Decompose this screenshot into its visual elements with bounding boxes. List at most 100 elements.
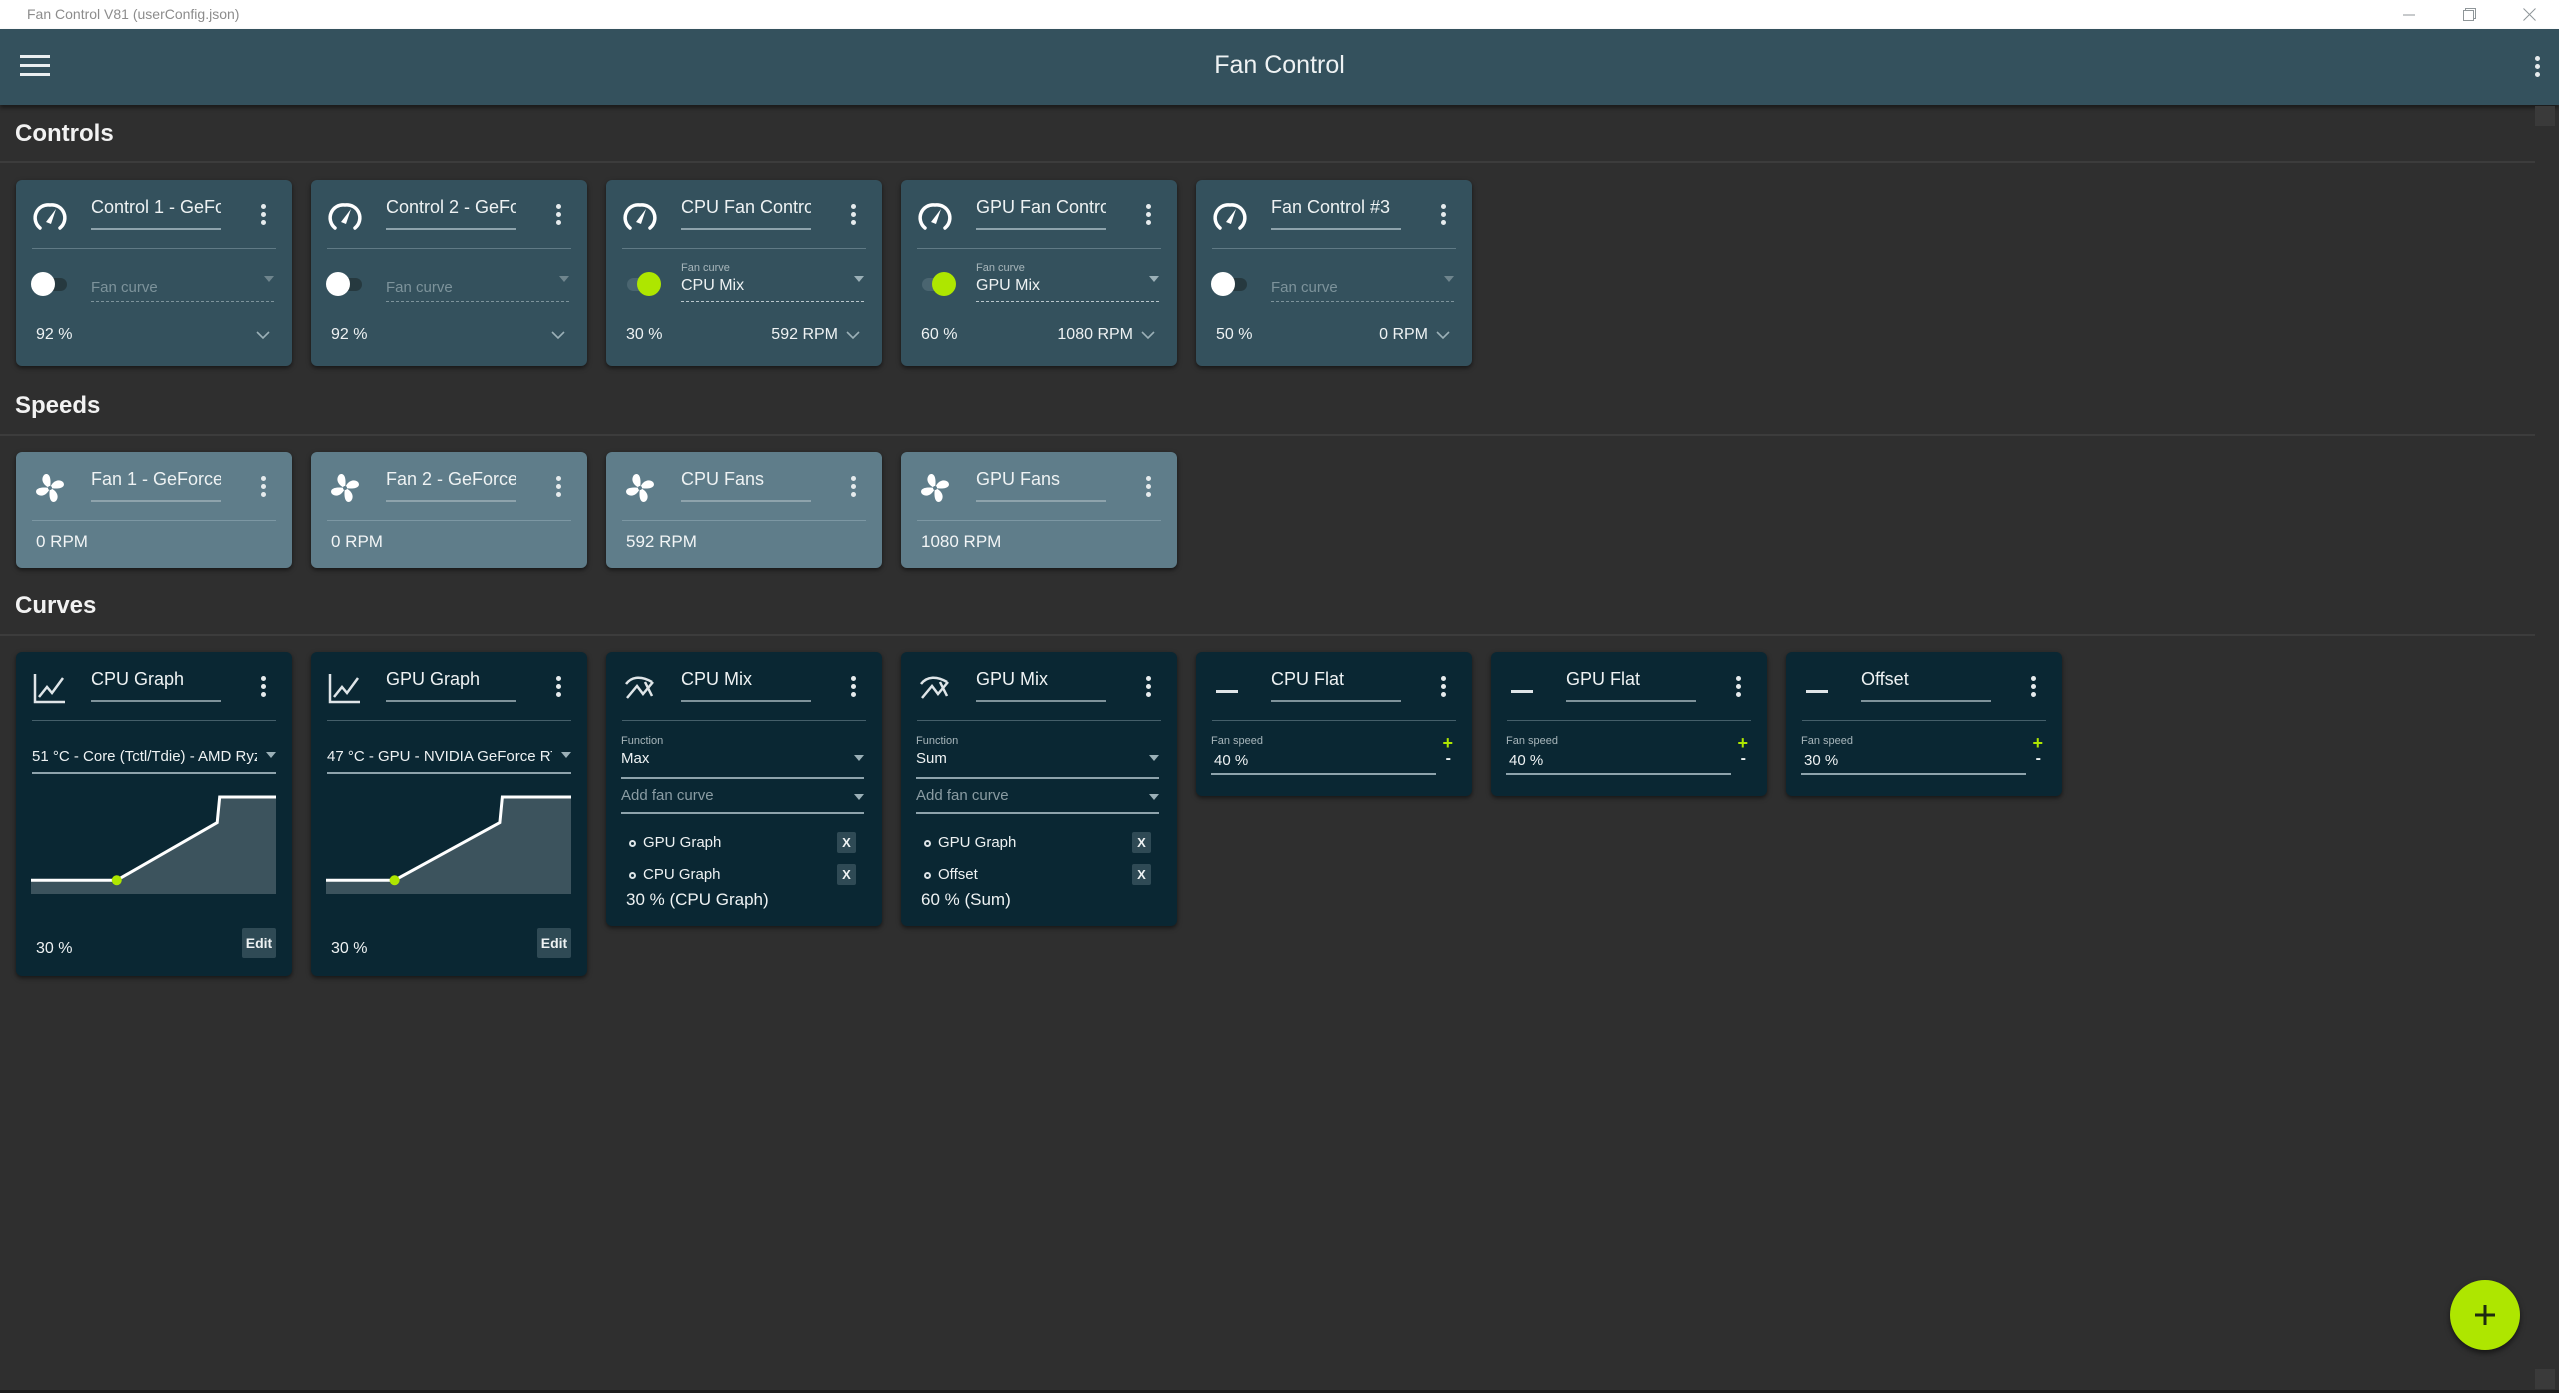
app-bar: Fan Control <box>0 29 2559 105</box>
curve-name-field[interactable]: CPU Mix <box>681 669 811 702</box>
fan-speed-input[interactable]: 40 % <box>1506 749 1731 775</box>
control-enable-toggle[interactable] <box>916 272 956 296</box>
mix-curve-item: GPU Graph X <box>626 832 856 858</box>
section-title-speeds: Speeds <box>15 392 101 419</box>
control-enable-toggle[interactable] <box>1211 272 1251 296</box>
fan-curve-placeholder: Fan curve <box>1271 279 1338 296</box>
curve-menu-kebab-icon[interactable] <box>256 676 270 697</box>
curve-graph[interactable] <box>326 794 571 898</box>
speed-name-field[interactable]: GPU Fans <box>976 469 1106 502</box>
decrement-button[interactable]: - <box>1446 750 1451 768</box>
flat-line-icon <box>1507 670 1543 706</box>
section-divider <box>0 634 2535 636</box>
speed-name-field[interactable]: Fan 2 - GeForce RTX <box>386 469 516 502</box>
fan-speed-field: Fan speed 30 % + - <box>1801 733 2047 777</box>
curve-menu-kebab-icon[interactable] <box>846 676 860 697</box>
control-rpm: 592 RPM <box>771 326 838 343</box>
control-name-field[interactable]: CPU Fan Control <box>681 197 811 230</box>
curve-menu-kebab-icon[interactable] <box>1436 676 1450 697</box>
gauge-icon <box>917 198 953 234</box>
add-fan-curve-select[interactable]: Add fan curve <box>916 782 1159 814</box>
fan-speed-input[interactable]: 40 % <box>1211 749 1436 775</box>
fan-curve-select[interactable]: Fan curve CPU Mix <box>681 262 864 302</box>
add-fab-button[interactable] <box>2450 1280 2520 1350</box>
remove-curve-button[interactable]: X <box>1132 864 1151 885</box>
mix-curve-item-label: Offset <box>938 866 978 883</box>
fan-curve-select[interactable]: Fan curve <box>386 262 569 302</box>
fan-curve-select[interactable]: Fan curve <box>91 262 274 302</box>
curve-menu-kebab-icon[interactable] <box>1731 676 1745 697</box>
control-menu-kebab-icon[interactable] <box>256 204 270 225</box>
control-menu-kebab-icon[interactable] <box>551 204 565 225</box>
edit-curve-button[interactable]: Edit <box>537 928 571 958</box>
restore-button[interactable] <box>2440 0 2498 29</box>
restore-icon <box>2462 8 2476 21</box>
decrement-button[interactable]: - <box>1741 750 1746 768</box>
remove-curve-button[interactable]: X <box>837 832 856 853</box>
control-enable-toggle[interactable] <box>326 272 366 296</box>
control-menu-kebab-icon[interactable] <box>846 204 860 225</box>
mix-curve-item-label: GPU Graph <box>938 834 1017 851</box>
chevron-down-icon[interactable] <box>551 328 565 342</box>
control-menu-kebab-icon[interactable] <box>1141 204 1155 225</box>
mix-function-select[interactable]: Function Sum <box>916 735 1159 779</box>
chevron-down-icon[interactable] <box>256 328 270 342</box>
remove-curve-button[interactable]: X <box>837 864 856 885</box>
control-menu-kebab-icon[interactable] <box>1436 204 1450 225</box>
card-divider <box>32 248 276 249</box>
speed-menu-kebab-icon[interactable] <box>1141 476 1155 497</box>
fan-icon <box>327 470 363 506</box>
curve-name-field[interactable]: CPU Graph <box>91 669 221 702</box>
curve-name-field[interactable]: GPU Mix <box>976 669 1106 702</box>
control-name-field[interactable]: GPU Fan Control <box>976 197 1106 230</box>
fan-speed-input[interactable]: 30 % <box>1801 749 2026 775</box>
curve-menu-kebab-icon[interactable] <box>1141 676 1155 697</box>
chevron-down-icon[interactable] <box>846 328 860 342</box>
speed-name-field[interactable]: CPU Fans <box>681 469 811 502</box>
curve-graph[interactable] <box>31 794 276 898</box>
control-card: GPU Fan Control Fan curve GPU Mix 60 % 1… <box>901 180 1177 366</box>
temperature-sensor-select[interactable]: 47 °C - GPU - NVIDIA GeForce RTX <box>327 744 571 774</box>
scrollbar-down-arrow[interactable] <box>2535 1369 2555 1389</box>
curve-name-field[interactable]: Offset <box>1861 669 1991 702</box>
fan-curve-select[interactable]: Fan curve GPU Mix <box>976 262 1159 302</box>
control-name-field[interactable]: Control 2 - GeForce <box>386 197 516 230</box>
control-name-field[interactable]: Fan Control #3 <box>1271 197 1401 230</box>
window-titlebar: Fan Control V81 (userConfig.json) <box>0 0 2559 29</box>
fan-curve-select[interactable]: Fan curve <box>1271 262 1454 302</box>
curve-name-field[interactable]: GPU Graph <box>386 669 516 702</box>
temperature-sensor-select[interactable]: 51 °C - Core (Tctl/Tdie) - AMD Ryzen <box>32 744 276 774</box>
bullet-icon <box>924 840 931 847</box>
control-name-field[interactable]: Control 1 - GeForce <box>91 197 221 230</box>
fan-curve-placeholder: Fan curve <box>386 279 453 296</box>
section-title-curves: Curves <box>15 592 97 619</box>
chevron-down-icon[interactable] <box>1141 328 1155 342</box>
close-button[interactable] <box>2500 0 2558 29</box>
speed-rpm: 1080 RPM <box>921 532 1002 551</box>
chevron-down-icon[interactable] <box>1436 328 1450 342</box>
curve-menu-kebab-icon[interactable] <box>2026 676 2040 697</box>
speed-menu-kebab-icon[interactable] <box>551 476 565 497</box>
decrement-button[interactable]: - <box>2036 750 2041 768</box>
speed-rpm: 0 RPM <box>36 532 88 551</box>
mix-function-select[interactable]: Function Max <box>621 735 864 779</box>
speed-name-field[interactable]: Fan 1 - GeForce RTX <box>91 469 221 502</box>
scrollbar-up-arrow[interactable] <box>2535 106 2555 126</box>
remove-curve-button[interactable]: X <box>1132 832 1151 853</box>
edit-curve-button[interactable]: Edit <box>242 928 276 958</box>
curve-name-field[interactable]: GPU Flat <box>1566 669 1696 702</box>
curve-menu-kebab-icon[interactable] <box>551 676 565 697</box>
control-card: Control 1 - GeForce Fan curve 92 % <box>16 180 292 366</box>
app-menu-kebab-icon[interactable] <box>2530 56 2544 77</box>
speed-menu-kebab-icon[interactable] <box>256 476 270 497</box>
speed-menu-kebab-icon[interactable] <box>846 476 860 497</box>
minimize-button[interactable] <box>2380 0 2438 29</box>
function-label: Function <box>916 735 959 747</box>
add-fan-curve-select[interactable]: Add fan curve <box>621 782 864 814</box>
control-enable-toggle[interactable] <box>621 272 661 296</box>
function-value: Max <box>621 750 650 767</box>
curve-name-field[interactable]: CPU Flat <box>1271 669 1401 702</box>
dropdown-caret-icon <box>266 752 276 758</box>
function-value: Sum <box>916 750 947 767</box>
control-enable-toggle[interactable] <box>31 272 71 296</box>
